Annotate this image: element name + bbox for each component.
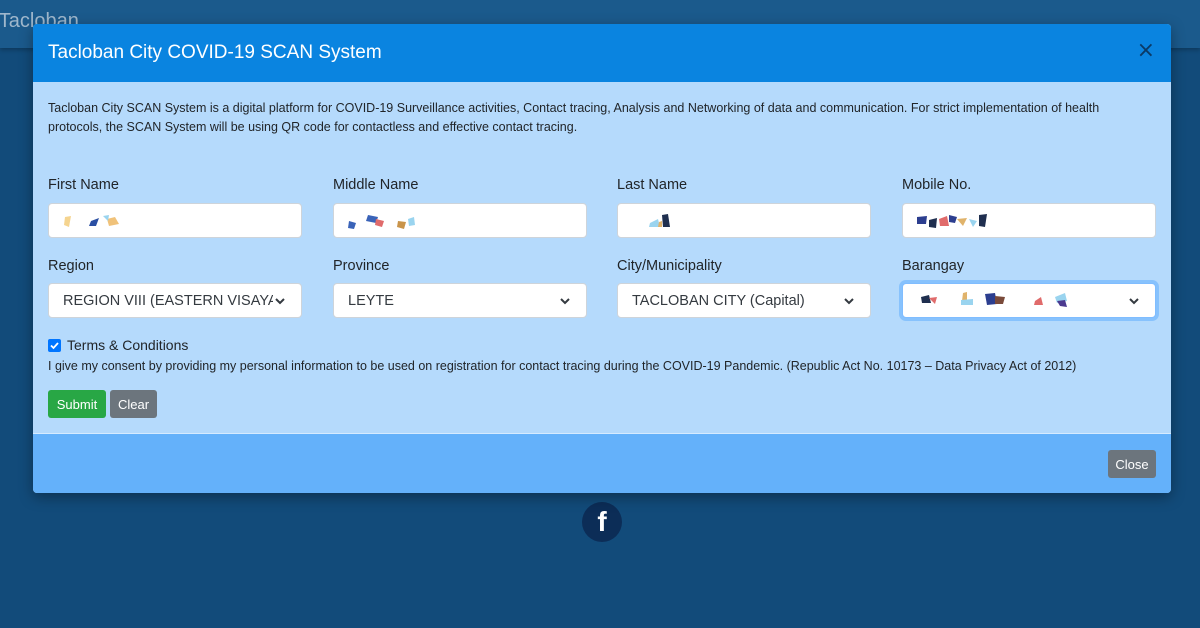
close-icon[interactable]: × [1137, 40, 1155, 62]
middle-name-label: Middle Name [333, 177, 419, 193]
chevron-down-icon [558, 294, 572, 308]
region-label: Region [48, 258, 94, 274]
first-name-input[interactable] [48, 203, 302, 238]
redacted-value [649, 213, 670, 227]
intro-text: Tacloban City SCAN System is a digital p… [48, 101, 1100, 134]
modal-footer: Close [33, 433, 1171, 493]
redacted-value [917, 213, 987, 228]
scan-registration-modal: Tacloban City COVID-19 SCAN System × Tac… [33, 24, 1171, 493]
province-selected-value: LEYTE [348, 292, 394, 309]
city-label: City/Municipality [617, 258, 722, 274]
chevron-down-icon [842, 294, 856, 308]
modal-header: Tacloban City COVID-19 SCAN System × [33, 24, 1171, 82]
checkmark-icon [50, 341, 59, 349]
mobile-input[interactable] [902, 203, 1156, 238]
redacted-value [348, 214, 415, 229]
barangay-select[interactable] [902, 283, 1156, 318]
province-label: Province [333, 258, 390, 274]
submit-button[interactable]: Submit [48, 390, 106, 418]
barangay-selected-value [917, 291, 1127, 311]
terms-label[interactable]: Terms & Conditions [67, 337, 188, 353]
modal-title: Tacloban City COVID-19 SCAN System [48, 42, 382, 63]
redacted-value [64, 214, 119, 227]
redacted-value [921, 291, 1067, 307]
region-selected-value: REGION VIII (EASTERN VISAYAS) [63, 292, 273, 309]
mobile-label: Mobile No. [902, 177, 972, 193]
city-select[interactable]: TACLOBAN CITY (Capital) [617, 283, 871, 318]
last-name-input[interactable] [617, 203, 871, 238]
facebook-glyph: f [597, 506, 607, 537]
first-name-label: First Name [48, 177, 119, 193]
terms-row: Terms & Conditions [48, 337, 188, 353]
last-name-label: Last Name [617, 177, 688, 193]
barangay-label: Barangay [902, 258, 965, 274]
province-select[interactable]: LEYTE [333, 283, 587, 318]
city-selected-value: TACLOBAN CITY (Capital) [632, 292, 805, 309]
chevron-down-icon [273, 294, 287, 308]
middle-name-input[interactable] [333, 203, 587, 238]
terms-checkbox[interactable] [48, 338, 61, 352]
close-button[interactable]: Close [1108, 450, 1156, 478]
consent-text: I give my consent by providing my person… [48, 359, 1077, 373]
clear-button[interactable]: Clear [110, 390, 157, 418]
facebook-icon[interactable]: f [582, 502, 622, 542]
region-select[interactable]: REGION VIII (EASTERN VISAYAS) [48, 283, 302, 318]
chevron-down-icon [1127, 294, 1141, 308]
